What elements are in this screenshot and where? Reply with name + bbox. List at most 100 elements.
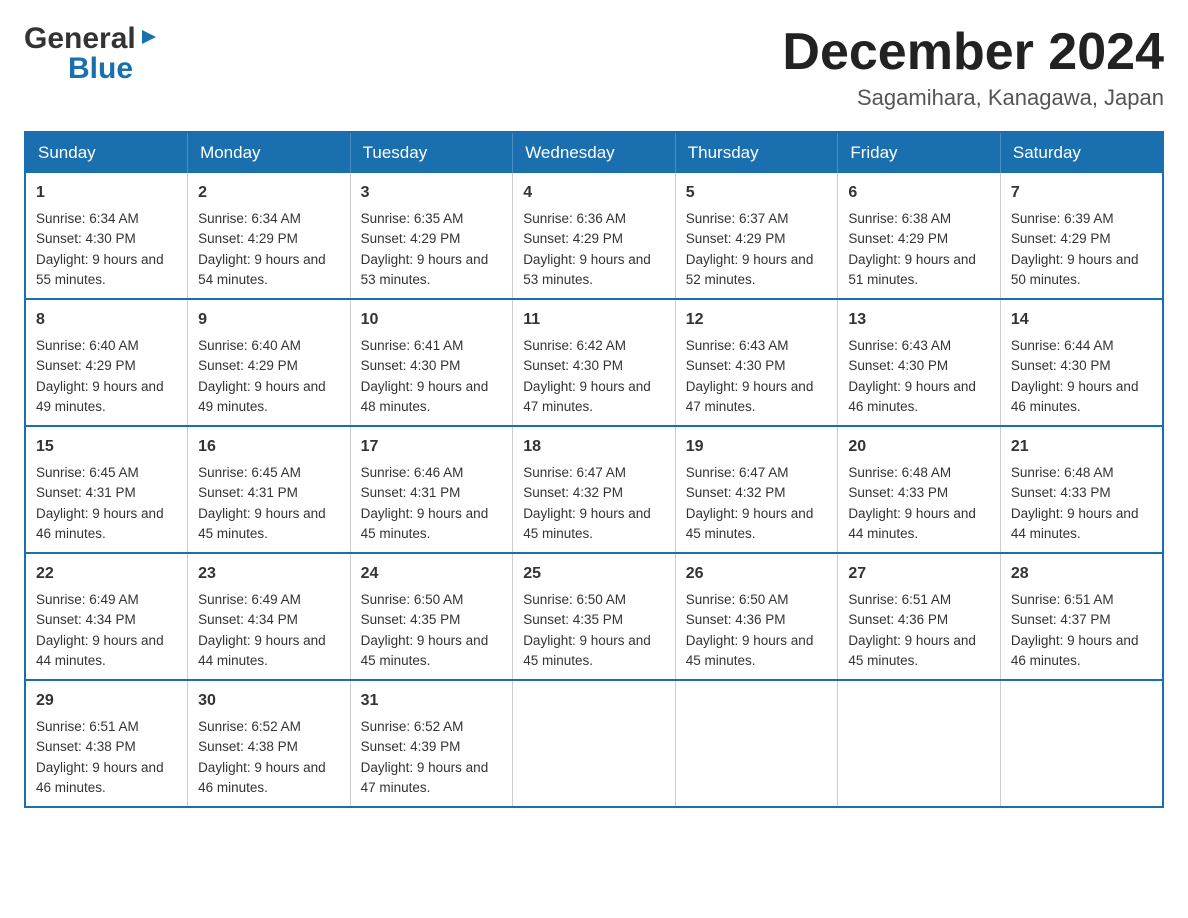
daylight-info: Daylight: 9 hours and 55 minutes. — [36, 250, 177, 291]
calendar-table: Sunday Monday Tuesday Wednesday Thursday… — [24, 131, 1164, 808]
sunset-info: Sunset: 4:30 PM — [36, 229, 177, 249]
sunrise-info: Sunrise: 6:45 AM — [36, 463, 177, 483]
sunrise-info: Sunrise: 6:38 AM — [848, 209, 990, 229]
sunrise-info: Sunrise: 6:34 AM — [36, 209, 177, 229]
sunrise-info: Sunrise: 6:39 AM — [1011, 209, 1152, 229]
sunrise-info: Sunrise: 6:36 AM — [523, 209, 665, 229]
calendar-cell: 18Sunrise: 6:47 AMSunset: 4:32 PMDayligh… — [513, 426, 676, 553]
sunset-info: Sunset: 4:34 PM — [198, 610, 340, 630]
day-number: 19 — [686, 435, 828, 459]
sunset-info: Sunset: 4:29 PM — [1011, 229, 1152, 249]
calendar-cell: 29 Sunrise: 6:51 AMSunset: 4:38 PMDayligh… — [25, 680, 188, 807]
sunrise-info: Sunrise: 6:40 AM — [36, 336, 177, 356]
sunset-info: Sunset: 4:30 PM — [523, 356, 665, 376]
sunrise-info: Sunrise: 6:51 AM — [848, 590, 990, 610]
daylight-info: Daylight: 9 hours and 44 minutes. — [36, 631, 177, 672]
calendar-cell: 2Sunrise: 6:34 AMSunset: 4:29 PMDaylight… — [188, 173, 351, 299]
calendar-cell: 16Sunrise: 6:45 AMSunset: 4:31 PMDayligh… — [188, 426, 351, 553]
sunset-info: Sunset: 4:29 PM — [198, 229, 340, 249]
daylight-info: Daylight: 9 hours and 46 minutes. — [36, 758, 177, 799]
daylight-info: Daylight: 9 hours and 45 minutes. — [198, 504, 340, 545]
col-saturday: Saturday — [1000, 132, 1163, 173]
sunrise-info: Sunrise: 6:50 AM — [523, 590, 665, 610]
col-monday: Monday — [188, 132, 351, 173]
day-number: 24 — [361, 562, 503, 586]
sunrise-info: Sunrise: 6:45 AM — [198, 463, 340, 483]
calendar-cell: 11Sunrise: 6:42 AMSunset: 4:30 PMDayligh… — [513, 299, 676, 426]
calendar-cell: 30 Sunrise: 6:52 AMSunset: 4:38 PMDayligh… — [188, 680, 351, 807]
daylight-info: Daylight: 9 hours and 46 minutes. — [1011, 631, 1152, 672]
day-number: 10 — [361, 308, 503, 332]
col-sunday: Sunday — [25, 132, 188, 173]
day-number: 31 — [361, 689, 503, 713]
header: General Blue December 2024 Sagamihara, K… — [24, 24, 1164, 111]
daylight-info: Daylight: 9 hours and 49 minutes. — [198, 377, 340, 418]
sunset-info: Sunset: 4:33 PM — [1011, 483, 1152, 503]
sunset-info: Sunset: 4:38 PM — [36, 737, 177, 757]
calendar-cell: 1 Sunrise: 6:34 AMSunset: 4:30 PMDaylight… — [25, 173, 188, 299]
sunset-info: Sunset: 4:29 PM — [848, 229, 990, 249]
sunset-info: Sunset: 4:30 PM — [848, 356, 990, 376]
calendar-cell: 25Sunrise: 6:50 AMSunset: 4:35 PMDayligh… — [513, 553, 676, 680]
logo: General Blue — [24, 24, 161, 84]
day-number: 20 — [848, 435, 990, 459]
calendar-week-row-3: 15Sunrise: 6:45 AMSunset: 4:31 PMDayligh… — [25, 426, 1163, 553]
logo-general-text: General — [24, 24, 136, 54]
day-number: 12 — [686, 308, 828, 332]
day-number: 8 — [36, 308, 177, 332]
calendar-cell — [1000, 680, 1163, 807]
daylight-info: Daylight: 9 hours and 46 minutes. — [848, 377, 990, 418]
sunset-info: Sunset: 4:38 PM — [198, 737, 340, 757]
day-number: 16 — [198, 435, 340, 459]
day-number: 1 — [36, 181, 177, 205]
day-number: 29 — [36, 689, 177, 713]
logo-blue-text: Blue — [68, 54, 161, 84]
calendar-cell: 27Sunrise: 6:51 AMSunset: 4:36 PMDayligh… — [838, 553, 1001, 680]
day-number: 5 — [686, 181, 828, 205]
sunset-info: Sunset: 4:39 PM — [361, 737, 503, 757]
calendar-cell: 22Sunrise: 6:49 AMSunset: 4:34 PMDayligh… — [25, 553, 188, 680]
sunrise-info: Sunrise: 6:44 AM — [1011, 336, 1152, 356]
calendar-cell: 7Sunrise: 6:39 AMSunset: 4:29 PMDaylight… — [1000, 173, 1163, 299]
calendar-cell: 20Sunrise: 6:48 AMSunset: 4:33 PMDayligh… — [838, 426, 1001, 553]
calendar-cell: 6Sunrise: 6:38 AMSunset: 4:29 PMDaylight… — [838, 173, 1001, 299]
daylight-info: Daylight: 9 hours and 49 minutes. — [36, 377, 177, 418]
sunrise-info: Sunrise: 6:52 AM — [361, 717, 503, 737]
calendar-cell: 3Sunrise: 6:35 AMSunset: 4:29 PMDaylight… — [350, 173, 513, 299]
day-number: 7 — [1011, 181, 1152, 205]
day-number: 30 — [198, 689, 340, 713]
sunset-info: Sunset: 4:35 PM — [523, 610, 665, 630]
day-number: 11 — [523, 308, 665, 332]
calendar-cell — [838, 680, 1001, 807]
daylight-info: Daylight: 9 hours and 46 minutes. — [36, 504, 177, 545]
calendar-cell: 14Sunrise: 6:44 AMSunset: 4:30 PMDayligh… — [1000, 299, 1163, 426]
calendar-cell: 21Sunrise: 6:48 AMSunset: 4:33 PMDayligh… — [1000, 426, 1163, 553]
daylight-info: Daylight: 9 hours and 45 minutes. — [361, 631, 503, 672]
daylight-info: Daylight: 9 hours and 53 minutes. — [361, 250, 503, 291]
daylight-info: Daylight: 9 hours and 47 minutes. — [686, 377, 828, 418]
day-number: 15 — [36, 435, 177, 459]
calendar-cell: 24Sunrise: 6:50 AMSunset: 4:35 PMDayligh… — [350, 553, 513, 680]
day-number: 26 — [686, 562, 828, 586]
sunset-info: Sunset: 4:33 PM — [848, 483, 990, 503]
sunrise-info: Sunrise: 6:47 AM — [523, 463, 665, 483]
daylight-info: Daylight: 9 hours and 45 minutes. — [848, 631, 990, 672]
sunrise-info: Sunrise: 6:52 AM — [198, 717, 340, 737]
sunset-info: Sunset: 4:31 PM — [361, 483, 503, 503]
calendar-cell: 17Sunrise: 6:46 AMSunset: 4:31 PMDayligh… — [350, 426, 513, 553]
sunset-info: Sunset: 4:29 PM — [686, 229, 828, 249]
calendar-week-row-5: 29Sunrise: 6:51 AMSunset: 4:38 PMDayligh… — [25, 680, 1163, 807]
calendar-cell — [675, 680, 838, 807]
daylight-info: Daylight: 9 hours and 45 minutes. — [361, 504, 503, 545]
calendar-cell: 5Sunrise: 6:37 AMSunset: 4:29 PMDaylight… — [675, 173, 838, 299]
calendar-cell: 10Sunrise: 6:41 AMSunset: 4:30 PMDayligh… — [350, 299, 513, 426]
day-number: 9 — [198, 308, 340, 332]
calendar-week-row-1: 1Sunrise: 6:34 AMSunset: 4:30 PMDaylight… — [25, 173, 1163, 299]
day-number: 6 — [848, 181, 990, 205]
calendar-week-row-2: 8Sunrise: 6:40 AMSunset: 4:29 PMDaylight… — [25, 299, 1163, 426]
daylight-info: Daylight: 9 hours and 46 minutes. — [198, 758, 340, 799]
day-number: 22 — [36, 562, 177, 586]
daylight-info: Daylight: 9 hours and 48 minutes. — [361, 377, 503, 418]
sunrise-info: Sunrise: 6:51 AM — [36, 717, 177, 737]
daylight-info: Daylight: 9 hours and 46 minutes. — [1011, 377, 1152, 418]
